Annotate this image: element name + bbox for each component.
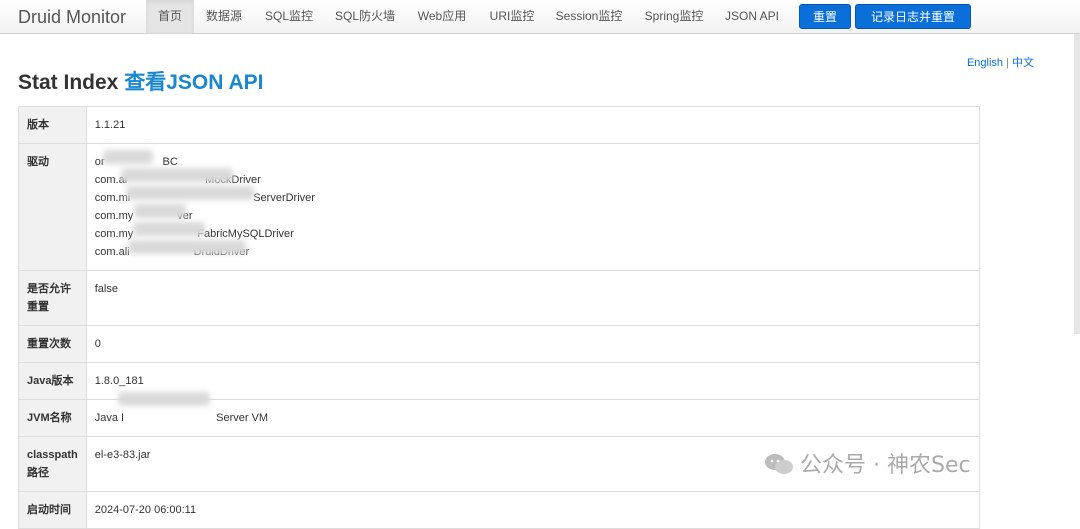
brand-logo[interactable]: Druid Monitor [18,7,126,28]
row-value-reset-count: 0 [85,325,981,363]
row-key-version: 版本 [18,106,87,144]
row-key-reset-count: 重置次数 [18,325,87,363]
page-title-text: Stat Index [18,71,119,94]
watermark: 公众号 · 神农Sec [764,447,971,479]
table-row: 重置次数 0 [18,325,981,363]
lang-chinese-link[interactable]: 中文 [1012,57,1034,69]
redaction-blur [121,168,233,182]
page-title: Stat Index 查看JSON API [18,66,263,96]
row-key-start-time: 启动时间 [18,491,87,529]
nav-item-datasource[interactable]: 数据源 [196,0,252,33]
watermark-text: 公众号 · 神农Sec [800,453,971,478]
log-and-reset-button[interactable]: 记录日志并重置 [855,4,971,29]
driver-text: com.mi [94,192,131,204]
lang-english-link[interactable]: English [967,57,1003,69]
redaction-blur [134,204,186,218]
redaction-blur [128,240,246,254]
nav-item-web-app[interactable]: Web应用 [408,0,476,33]
nav-item-sql-firewall[interactable]: SQL防火墙 [326,0,404,33]
lang-separator: | [1006,57,1009,69]
driver-text: com.my [94,228,134,240]
driver-line: com.myver [95,207,971,225]
jvm-text: Java I [94,412,125,424]
driver-text: BC [162,156,178,168]
redaction-blur [118,392,210,406]
nav-item-home[interactable]: 首页 [146,0,194,33]
wechat-icon [764,453,794,475]
row-key-jvm-name: JVM名称 [18,399,87,437]
scrollbar[interactable] [1074,34,1080,334]
row-value-allow-reset: false [85,270,981,326]
row-value-java-version: 1.8.0_181 [85,362,981,400]
row-value-jvm-name: Java I Server VM [85,399,981,437]
nav-item-spring[interactable]: Spring监控 [634,0,714,33]
reset-button[interactable]: 重置 [799,4,851,29]
driver-text: FabricMySQLDriver [197,228,294,240]
row-key-allow-reset: 是否允许重置 [18,270,87,326]
nav-item-sql[interactable]: SQL监控 [256,0,322,33]
nav-item-json-api[interactable]: JSON API [718,0,786,33]
row-key-java-version: Java版本 [18,362,87,400]
redaction-blur [126,186,254,200]
nav-item-uri[interactable]: URI监控 [480,0,544,33]
table-row: 启动时间 2024-07-20 06:00:11 [18,491,981,529]
row-value-start-time: 2024-07-20 06:00:11 [85,491,981,529]
driver-text: com.ali [94,246,130,258]
navbar: Druid Monitor 首页 数据源 SQL监控 SQL防火墙 Web应用 … [0,0,1080,34]
row-value-version: 1.1.21 [85,106,981,144]
json-api-link[interactable]: 查看JSON API [124,71,263,94]
language-switch: English | 中文 [967,54,1034,70]
driver-text: com.my [94,210,134,222]
redaction-blur [133,222,205,236]
jvm-text: Server VM [216,412,269,424]
redaction-blur [103,150,153,164]
row-key-driver: 驱动 [18,143,87,271]
table-row: 是否允许重置 false [18,270,981,326]
driver-text: ServerDriver [253,192,315,204]
nav-item-session[interactable]: Session监控 [548,0,630,33]
table-row: 版本 1.1.21 [18,106,981,144]
row-key-classpath: classpath路径 [18,436,87,492]
